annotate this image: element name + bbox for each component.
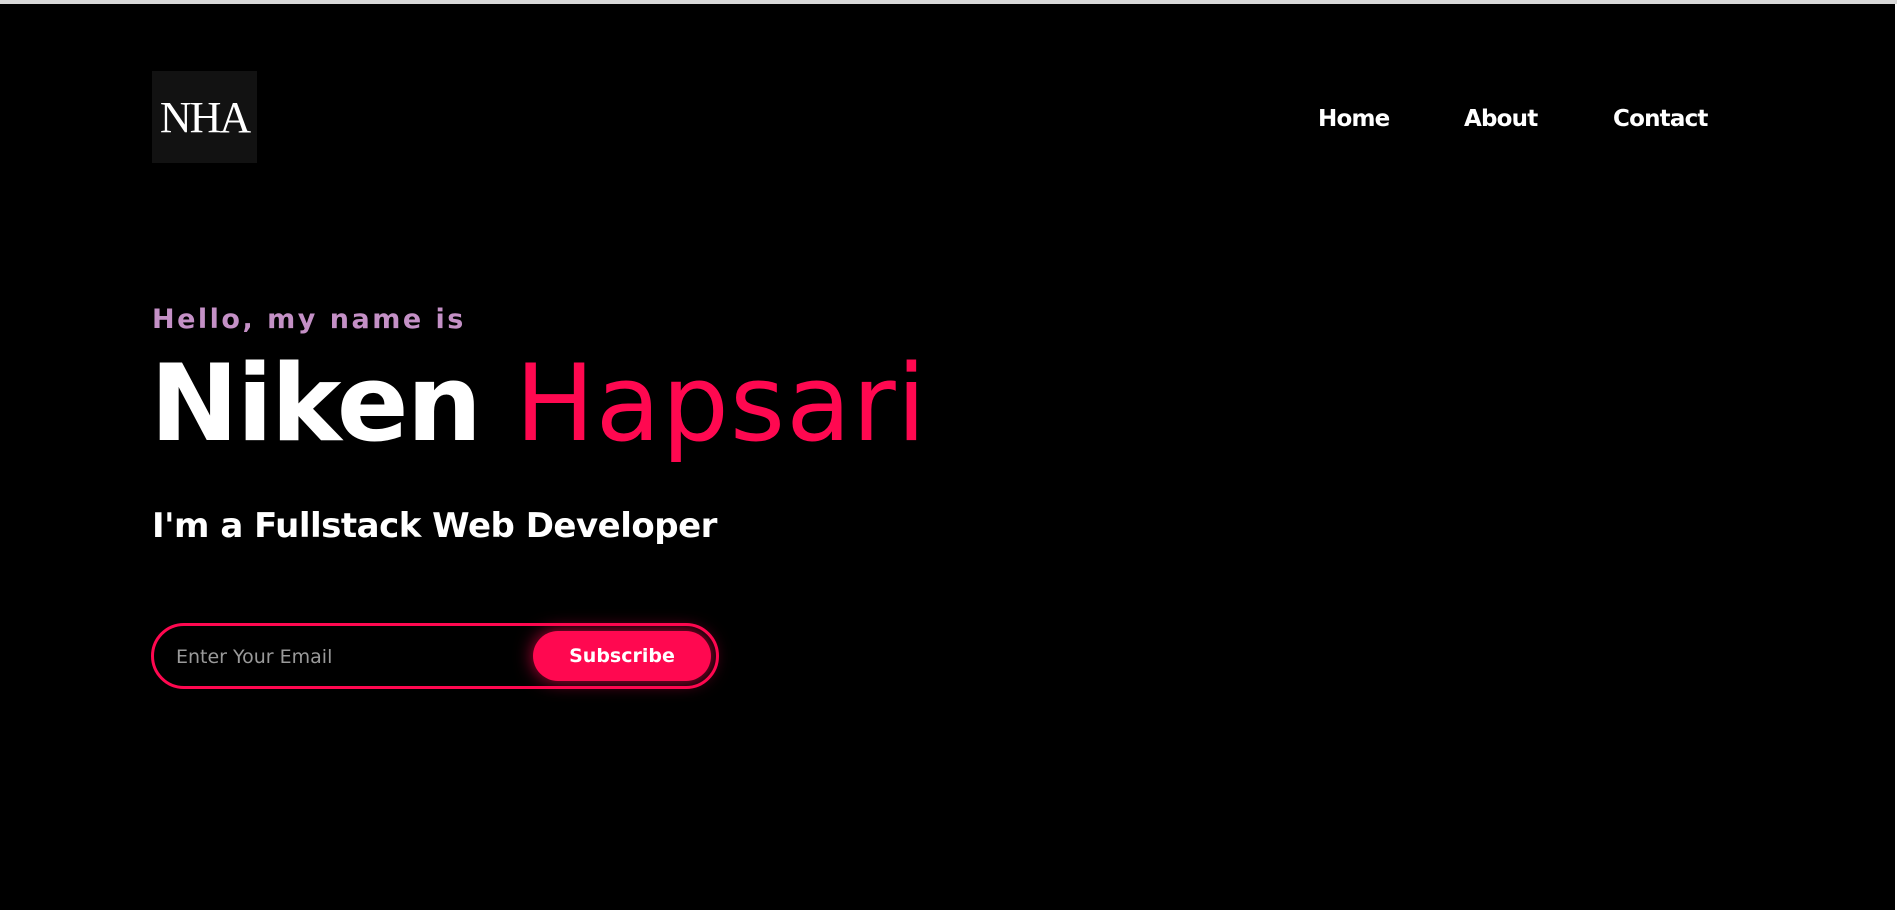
hero-first-name: Niken xyxy=(150,342,482,465)
hero-name: Niken Hapsari xyxy=(150,345,927,463)
nav-link-about[interactable]: About xyxy=(1464,106,1538,132)
subscribe-form: Subscribe xyxy=(151,623,719,689)
email-input[interactable] xyxy=(174,634,538,680)
nav-link-contact[interactable]: Contact xyxy=(1613,106,1708,132)
nav-link-home[interactable]: Home xyxy=(1318,106,1390,132)
hero-role: I'm a Fullstack Web Developer xyxy=(152,506,717,546)
site-logo[interactable]: NHA xyxy=(152,71,257,163)
subscribe-button[interactable]: Subscribe xyxy=(533,631,711,681)
hero-greeting: Hello, my name is xyxy=(152,304,466,335)
hero-last-name: Hapsari xyxy=(514,342,928,465)
landing-page: NHA Home About Contact Hello, my name is… xyxy=(0,4,1897,910)
